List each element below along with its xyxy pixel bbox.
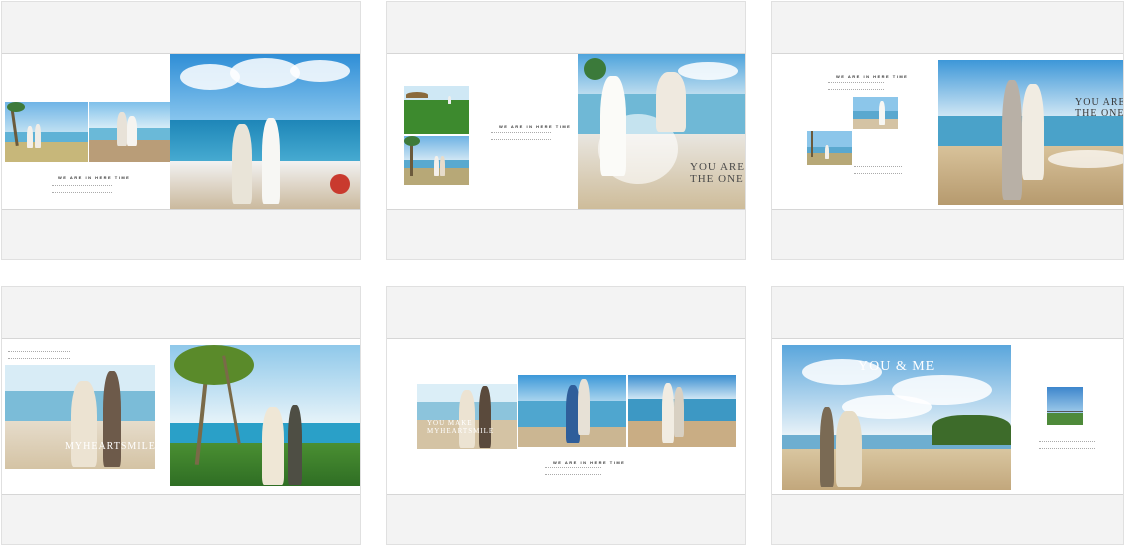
couple-kicking-surf-photo: YOU ARE THE ONE <box>938 60 1123 205</box>
palm-beach-couple-photo <box>404 136 469 185</box>
overlay-title: YOU & ME <box>858 359 936 374</box>
overlay-title: MYHEARTSMILE <box>65 441 155 452</box>
beach-couple-photo <box>5 102 88 162</box>
couple-on-beach-photo <box>628 375 736 447</box>
bride-groom-sand-photo: YOU MAKE MYHEARTSMILE <box>417 384 517 449</box>
palm-beach-couple-photo <box>807 131 852 165</box>
overlay-title: YOU ARE THE ONE <box>1075 97 1123 119</box>
caption-text <box>491 132 551 140</box>
caption-text <box>52 185 112 193</box>
album-spread: YOU & ME <box>772 338 1123 495</box>
caption-title: WE ARE IN HERE TIME <box>553 460 626 465</box>
bride-groom-shore-photo: MYHEARTSMILE <box>5 365 155 469</box>
album-layout-tile[interactable]: YOU & ME <box>771 286 1124 545</box>
album-layout-tile[interactable]: WE ARE IN HERE TIME <box>1 1 361 260</box>
album-spread: YOU MAKE MYHEARTSMILE WE ARE IN HERE TIM… <box>387 338 745 495</box>
caption-text <box>8 351 70 359</box>
blue-sky-fence-photo <box>1047 387 1083 425</box>
album-layout-tile[interactable]: YOU MAKE MYHEARTSMILE WE ARE IN HERE TIM… <box>386 286 746 545</box>
green-lawn-umbrellas-photo <box>404 86 469 134</box>
beach-couple-dress-photo <box>853 97 898 129</box>
caption-text <box>545 467 601 475</box>
couple-sand-sky-photo: YOU & ME <box>782 345 1011 490</box>
album-layout-tile[interactable]: MYHEARTSMILE <box>1 286 361 545</box>
album-spread: MYHEARTSMILE <box>2 338 360 495</box>
caption-text <box>1039 441 1095 449</box>
album-spread: WE ARE IN HERE TIME <box>2 53 360 210</box>
palm-trees-couple-photo <box>170 345 360 486</box>
album-spread: WE ARE IN HERE TIME YOU ARE THE ONE <box>772 53 1123 210</box>
caption-title: WE ARE IN HERE TIME <box>836 74 909 79</box>
overlay-title: YOU ARE THE ONE <box>690 161 745 185</box>
couple-in-waves-photo <box>518 375 626 447</box>
caption-text <box>854 166 902 174</box>
overlay-title: YOU MAKE MYHEARTSMILE <box>427 419 495 435</box>
caption-title: WE ARE IN HERE TIME <box>58 175 131 180</box>
yacht-couple-celebrating-photo <box>170 54 360 209</box>
caption-text <box>828 82 884 90</box>
album-layout-tile[interactable]: WE ARE IN HERE TIME YOU ARE THE ONE <box>386 1 746 260</box>
couple-splashing-water-photo: YOU ARE THE ONE <box>578 54 745 209</box>
beach-couple-running-photo <box>89 102 170 162</box>
album-layout-tile[interactable]: WE ARE IN HERE TIME YOU ARE THE ONE <box>771 1 1124 260</box>
album-spread: WE ARE IN HERE TIME YOU ARE THE ONE <box>387 53 745 210</box>
caption-title: WE ARE IN HERE TIME <box>499 124 572 129</box>
